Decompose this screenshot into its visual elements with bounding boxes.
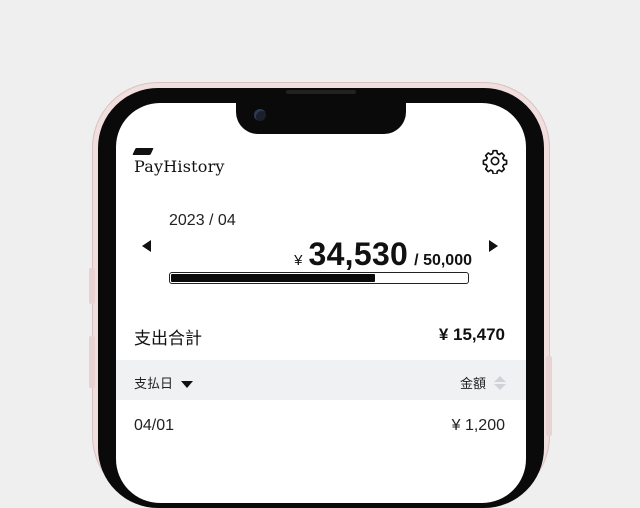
logo-mark-icon (132, 148, 154, 155)
front-camera (254, 109, 266, 121)
phone-power-button (546, 356, 552, 436)
spent-amount: 34,530 (308, 236, 409, 272)
spending-amount: ¥ 34,530 / 50,000 (294, 236, 472, 273)
app-logo[interactable]: PayHistory (132, 148, 225, 176)
month-label: 2023 / 04 (169, 212, 236, 229)
total-value: ¥ 15,470 (438, 325, 505, 344)
column-header-amount[interactable]: 金額 (460, 373, 506, 392)
triangle-right-icon[interactable] (489, 240, 498, 252)
budget-amount: / 50,000 (414, 252, 472, 269)
column-header-date[interactable]: 支払日 (134, 373, 194, 392)
budget-progress-bar (169, 272, 469, 284)
logo-text: PayHistory (134, 157, 225, 176)
column-label-amount: 金額 (459, 376, 486, 391)
currency-symbol: ¥ (294, 252, 303, 269)
sort-descending-icon (181, 380, 194, 388)
phone-volume-button (89, 336, 95, 388)
progress-fill (171, 274, 375, 282)
triangle-left-icon[interactable] (142, 240, 151, 252)
table-row-date: 04/01 (134, 417, 175, 434)
table-row-amount: ¥ 1,200 (451, 417, 505, 434)
column-label-date: 支払日 (134, 376, 174, 391)
gear-icon[interactable] (482, 148, 508, 174)
sort-neutral-icon (494, 375, 506, 390)
phone-side-button (89, 268, 95, 304)
phone-speaker (286, 90, 356, 94)
total-label: 支出合計 (134, 329, 202, 348)
